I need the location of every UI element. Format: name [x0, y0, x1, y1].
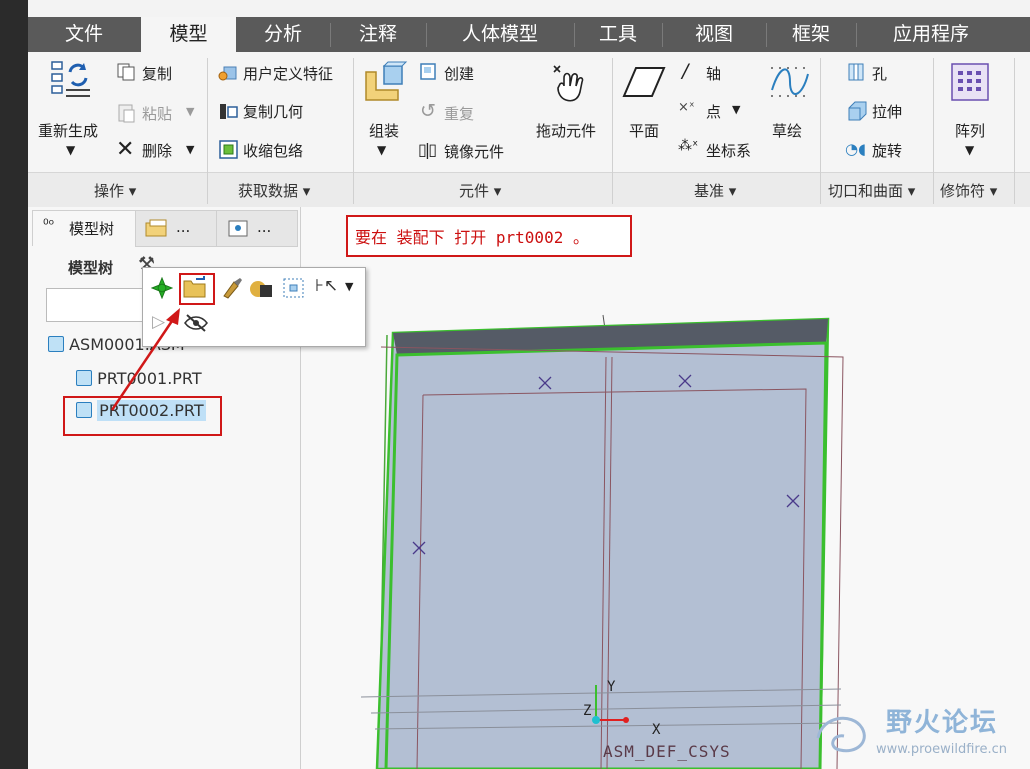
revolve-icon: ◔◖: [845, 140, 866, 158]
axis-button[interactable]: 轴: [706, 63, 721, 84]
group-operations-label[interactable]: 操作 ▾: [94, 180, 136, 201]
tab-tools[interactable]: 工具: [576, 17, 660, 52]
favorites-icon: [228, 220, 248, 237]
csys-name-label: ASM_DEF_CSYS: [603, 742, 731, 761]
plane-icon: [622, 67, 666, 97]
group-cut-surface-label[interactable]: 切口和曲面 ▾: [828, 180, 915, 201]
tab-framework[interactable]: 框架: [768, 17, 854, 52]
tab-model-tree[interactable]: ⁰ᵒ 模型树: [32, 210, 136, 246]
instruction-text: 要在 装配下 打开 prt0002 。: [355, 228, 589, 247]
hole-icon: [848, 63, 864, 81]
shrinkwrap-button[interactable]: 收缩包络: [243, 140, 303, 161]
group-modifier-label[interactable]: 修饰符 ▾: [940, 180, 997, 201]
plane-button[interactable]: 平面: [629, 120, 659, 141]
axis-x-label: X: [652, 722, 661, 738]
pointer-arrow: [110, 308, 180, 411]
mirror-component-icon: ▯|▯: [418, 140, 437, 159]
more-tools-icon[interactable]: ⊦↖: [315, 276, 338, 296]
repeat-button[interactable]: 重复: [444, 103, 474, 124]
regenerate-dropdown-icon[interactable]: ▼: [66, 143, 75, 157]
paste-icon: [118, 104, 135, 123]
axis-z-label: Z: [583, 703, 592, 719]
udf-button[interactable]: 用户定义特征: [243, 63, 333, 84]
assemble-icon: [365, 61, 408, 101]
hole-button[interactable]: 孔: [872, 63, 887, 84]
pattern-button[interactable]: 阵列: [955, 120, 985, 141]
tab-view[interactable]: 视图: [664, 17, 764, 52]
csys-button[interactable]: 坐标系: [706, 140, 751, 161]
group-get-data-label[interactable]: 获取数据 ▾: [238, 180, 310, 201]
watermark-title: 野火论坛: [886, 708, 999, 738]
axis-icon: /: [682, 60, 689, 82]
tab-folder-browser[interactable]: ...: [135, 210, 217, 247]
extrude-button[interactable]: 拉伸: [872, 101, 902, 122]
shrinkwrap-icon: [219, 140, 238, 159]
explode-icon[interactable]: [282, 277, 306, 299]
delete-dropdown-icon[interactable]: ▼: [186, 143, 194, 156]
part-icon: [76, 370, 92, 386]
tab-annotate[interactable]: 注释: [332, 17, 424, 52]
drag-component-button[interactable]: 拖动元件: [536, 120, 596, 141]
menu-bar: 文件 模型 分析 注释 人体模型 工具 视图 框架 应用程序: [28, 17, 1030, 52]
copy-icon: [117, 63, 135, 81]
title-strip: [0, 0, 1030, 18]
tab-manikin[interactable]: 人体模型: [428, 17, 572, 52]
drag-component-icon: [553, 65, 584, 102]
point-dropdown-icon[interactable]: ▼: [732, 103, 740, 116]
axis-y-label: Y: [607, 679, 616, 695]
model-tree-header: 模型树: [68, 259, 114, 277]
delete-icon: ✕: [116, 137, 135, 162]
group-component-label[interactable]: 元件 ▾: [459, 180, 501, 201]
mirror-component-button[interactable]: 镜像元件: [444, 141, 504, 162]
forum-watermark: 野火论坛 www.proewildfire.cn: [816, 700, 1030, 769]
revolve-button[interactable]: 旋转: [872, 140, 902, 161]
delete-button[interactable]: 删除: [142, 140, 172, 161]
window-left-edge: [0, 0, 28, 769]
create-component-button[interactable]: 创建: [444, 63, 474, 84]
copy-button[interactable]: 复制: [142, 63, 172, 84]
extrude-icon: [848, 101, 867, 121]
regenerate-button[interactable]: 重新生成: [38, 120, 98, 141]
folder-browser-icon: [145, 219, 167, 237]
more-tools-dropdown-icon[interactable]: ▼: [345, 280, 353, 293]
tab-model[interactable]: 模型: [141, 17, 236, 52]
pattern-dropdown-icon[interactable]: ▼: [965, 143, 974, 157]
tab-favorites[interactable]: ...: [216, 210, 298, 247]
paste-dropdown-icon[interactable]: ▼: [186, 105, 194, 118]
group-datum-label[interactable]: 基准 ▾: [694, 180, 736, 201]
copy-geometry-button[interactable]: 复制几何: [243, 101, 303, 122]
csys-icon: ⁂ˣ: [678, 138, 699, 154]
regenerate-icon: [51, 61, 90, 97]
model-tree-tab-icon: ⁰ᵒ: [43, 217, 55, 233]
assemble-dropdown-icon[interactable]: ▼: [377, 143, 386, 157]
assemble-button[interactable]: 组装: [369, 120, 399, 141]
appearance-icon[interactable]: [220, 276, 244, 300]
tab-analysis[interactable]: 分析: [238, 17, 328, 52]
forum-logo-icon: [816, 716, 866, 753]
pattern-icon: [951, 63, 989, 101]
copy-geometry-icon: [220, 104, 238, 119]
create-component-icon: [420, 63, 436, 80]
udf-icon: [218, 66, 237, 81]
sketch-icon: [771, 67, 809, 97]
display-style-icon[interactable]: [248, 277, 274, 299]
assembly-icon: [48, 336, 64, 352]
tab-applications[interactable]: 应用程序: [858, 17, 1004, 52]
repeat-icon: ↺: [420, 100, 436, 122]
sketch-button[interactable]: 草绘: [772, 120, 802, 141]
point-button[interactable]: 点: [706, 101, 721, 122]
tab-file[interactable]: 文件: [38, 17, 130, 52]
paste-button[interactable]: 粘贴: [142, 103, 172, 124]
watermark-url: www.proewildfire.cn: [876, 742, 1007, 757]
point-icon: ×ˣ: [678, 100, 695, 115]
model-graphics: [360, 314, 844, 769]
